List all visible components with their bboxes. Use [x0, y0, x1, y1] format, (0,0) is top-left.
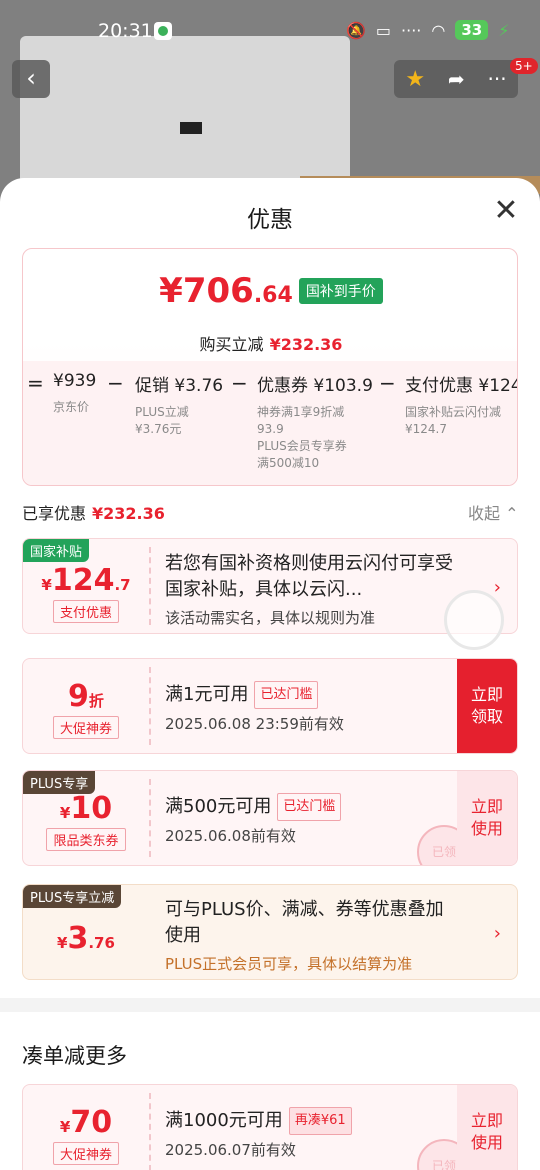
message-badge: 5+	[510, 58, 538, 74]
battery-icon: 33	[455, 20, 489, 40]
card-amount: 9折	[68, 679, 104, 714]
coupon-col: 优惠券 ¥103.9 神券满1享9折减 93.9 PLUS会员专享券 满500减…	[257, 376, 373, 470]
enjoyed-discount: 已享优惠 ¥232.36	[22, 504, 165, 523]
price-formula: = ¥939 京东价 − 促销 ¥3.76 PLUS立减 ¥3.76元 − 优惠…	[23, 361, 518, 485]
dots-icon: ····	[401, 20, 422, 40]
collapse-button[interactable]: 收起 ⌃	[468, 500, 519, 524]
loading-indicator	[444, 590, 504, 650]
card-desc: 2025.06.08前有效	[165, 827, 296, 845]
back-button[interactable]: ‹	[12, 60, 50, 98]
card-title: 若您有国补资格则使用云闪付可享受国家补贴，具体以云闪...	[165, 553, 453, 600]
discount-sheet: 优惠 ✕ ¥706.64 国补到手价 购买立减 ¥232.36 = ¥939 京东…	[0, 178, 540, 1170]
charging-icon: ⚡	[498, 20, 510, 40]
coupon-card[interactable]: 9折 大促神券 满1元可用 已达门槛 2025.06.08 23:59前有效 立即…	[22, 658, 518, 754]
minus-sign: −	[107, 371, 124, 395]
screen-icon: ▭	[375, 20, 392, 40]
favorite-star-icon[interactable]: ★	[405, 67, 425, 92]
status-bar: 20:31 🔕 ▭ ···· ◠ 33 ⚡	[0, 0, 540, 60]
close-icon[interactable]: ✕	[490, 196, 522, 228]
sheet-title: 优惠	[247, 207, 293, 233]
card-desc: 2025.06.07前有效	[165, 1141, 296, 1159]
card-label: 大促神券	[52, 1142, 119, 1165]
chevron-right-icon: ›	[493, 923, 501, 944]
coupon-card[interactable]: PLUS专享 ¥10 限品类东券 满500元可用 已达门槛 2025.06.08前…	[22, 770, 518, 866]
price-summary-card: ¥706.64 国补到手价 购买立减 ¥232.36 = ¥939 京东价 − 促…	[22, 248, 518, 486]
add-more-badge: 再凑¥61	[288, 1107, 352, 1135]
minus-sign: −	[379, 371, 396, 395]
threshold-badge: 已达门槛	[277, 793, 342, 821]
nav-actions: ★ ➦ ···	[394, 60, 518, 98]
use-button[interactable]: 立即 使用	[457, 771, 517, 865]
price-tag: 国补到手价	[298, 278, 383, 304]
more-section-title: 凑单减更多	[22, 1044, 127, 1068]
more-icon[interactable]: ···	[487, 67, 506, 91]
coupon-card[interactable]: ¥70 大促神券 满1000元可用 再凑¥61 2025.06.07前有效 已领 …	[22, 1084, 518, 1170]
card-amount: ¥10	[59, 791, 113, 826]
card-desc: PLUS正式会员可享，具体以结算为准	[165, 955, 413, 973]
card-label: 支付优惠	[52, 600, 119, 623]
card-title: 可与PLUS价、满减、券等优惠叠加使用	[165, 899, 444, 946]
minus-sign: −	[231, 371, 248, 395]
share-icon[interactable]: ➦	[448, 67, 465, 91]
card-desc: 该活动需实名，具体以规则为准	[165, 609, 376, 627]
card-label: 限品类东券	[46, 828, 126, 851]
claim-button[interactable]: 立即 领取	[457, 659, 517, 753]
card-title: 满1000元可用 再凑¥61	[165, 1107, 457, 1135]
chevron-up-icon: ⌃	[505, 504, 519, 523]
instant-reduce: 购买立减 ¥232.36	[199, 335, 343, 354]
card-title: 满500元可用 已达门槛	[165, 793, 457, 821]
threshold-badge: 已达门槛	[254, 681, 319, 709]
card-label: 大促神券	[52, 716, 119, 739]
chevron-right-icon: ›	[493, 577, 501, 598]
card-desc: 2025.06.08 23:59前有效	[165, 715, 344, 733]
status-time: 20:31	[98, 20, 153, 42]
app-notification-icon	[154, 22, 172, 40]
base-price-col: ¥939 京东价	[53, 371, 97, 414]
card-amount: ¥124.7	[41, 563, 131, 598]
card-amount: ¥3.76	[57, 921, 115, 956]
wifi-icon: ◠	[431, 20, 446, 40]
mute-icon: 🔕	[346, 20, 366, 40]
final-price: ¥706.64	[159, 271, 293, 311]
card-amount: ¥70	[59, 1105, 113, 1140]
promo-col: 促销 ¥3.76 PLUS立减 ¥3.76元	[135, 376, 224, 436]
pay-col: 支付优惠 ¥124 国家补贴云闪付减 ¥124.7	[405, 376, 518, 436]
plus-discount-card[interactable]: PLUS专享立减 ¥3.76 可与PLUS价、满减、券等优惠叠加使用 PLUS正…	[22, 884, 518, 980]
card-title: 满1元可用 已达门槛	[165, 681, 457, 709]
use-button[interactable]: 立即 使用	[457, 1085, 517, 1170]
section-divider	[0, 998, 540, 1012]
equals-sign: =	[27, 371, 44, 395]
